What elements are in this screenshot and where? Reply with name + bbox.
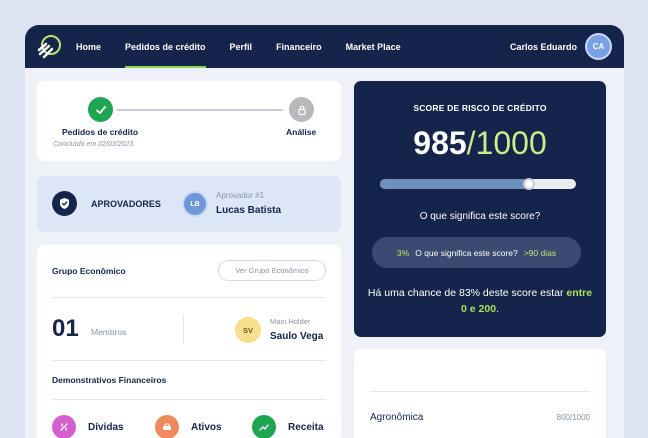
nav-item-home[interactable]: Home	[76, 25, 101, 68]
approvers-card: APROVADORES LB Aprovador #1 Lucas Batist…	[37, 176, 341, 232]
step1-date: Concluído em 02/03/2023	[53, 141, 134, 148]
view-group-button[interactable]: Ver Grupo Econômico	[218, 260, 326, 281]
financial-label: Dívidas	[88, 421, 124, 433]
score-text-suffix: .	[496, 303, 499, 315]
financial-item-revenue[interactable]: Receita	[252, 415, 324, 438]
score-info-pill[interactable]: 3% O que significa este score? >90 dias	[372, 237, 581, 268]
pill-question: O que significa este score?	[415, 247, 518, 258]
nav-menu: Home Pedidos de crédito Perfil Financeir…	[76, 25, 425, 68]
credit-score-card: SCORE DE RISCO DE CRÉDITO 985/1000 O que…	[354, 81, 606, 337]
nav-item-perfil[interactable]: Perfil	[230, 25, 253, 68]
approvers-title: APROVADORES	[91, 199, 161, 209]
financial-label: Ativos	[191, 421, 222, 433]
nav-item-pedidos[interactable]: Pedidos de crédito	[125, 25, 206, 68]
members-label: Membros	[91, 327, 127, 337]
holder-avatar[interactable]: SV	[235, 317, 261, 343]
members-count: 01	[52, 315, 79, 342]
score-max: /1000	[466, 125, 547, 161]
agro-label: Agronômica	[370, 412, 424, 423]
nav-item-marketplace[interactable]: Market Place	[346, 25, 401, 68]
user-avatar[interactable]: CA	[585, 33, 612, 60]
holder-name: Saulo Vega	[270, 331, 324, 342]
holder-role: Main Holder	[270, 317, 311, 326]
progress-line	[117, 109, 283, 111]
debt-icon	[52, 415, 76, 438]
approver-name: Lucas Batista	[216, 205, 282, 216]
brand-logo-icon[interactable]	[37, 34, 63, 60]
step-locked-lock-icon	[289, 97, 314, 122]
trend-up-icon	[252, 415, 276, 438]
score-explanation: Há uma chance de 83% deste score estar e…	[364, 285, 596, 317]
app-window: Home Pedidos de crédito Perfil Financeir…	[25, 25, 624, 438]
group-title: Grupo Econômico	[52, 266, 126, 276]
score-number: 985	[413, 125, 467, 161]
score-bar	[380, 179, 576, 189]
nav-item-financeiro[interactable]: Financeiro	[276, 25, 322, 68]
financials-title: Demonstrativos Financeiros	[52, 375, 167, 385]
user-name: Carlos Eduardo	[509, 41, 577, 52]
approver-role: Aprovador #1	[216, 191, 265, 200]
score-title: SCORE DE RISCO DE CRÉDITO	[413, 103, 547, 113]
top-navigation: Home Pedidos de crédito Perfil Financeir…	[25, 25, 624, 68]
financial-label: Receita	[288, 421, 324, 433]
step2-label: Análise	[286, 127, 317, 137]
score-value: 985/1000	[354, 125, 606, 162]
divider	[52, 360, 326, 361]
divider	[52, 399, 326, 400]
agro-value: 800/1000	[556, 413, 590, 422]
credit-progress-card: Pedidos de crédito Análise Concluído em …	[37, 81, 341, 161]
step1-label: Pedidos de crédito	[62, 127, 139, 137]
score-bar-fill	[380, 179, 527, 189]
financial-item-assets[interactable]: Ativos	[155, 415, 222, 438]
economic-group-card: Grupo Econômico Ver Grupo Econômico 01 M…	[37, 245, 341, 438]
user-menu[interactable]: Carlos Eduardo CA	[510, 33, 612, 60]
vertical-divider	[183, 314, 184, 344]
score-text-prefix: Há uma chance de 83% deste score estar	[367, 287, 567, 299]
pill-days: >90 dias	[523, 247, 557, 258]
divider	[370, 391, 590, 392]
car-icon	[155, 415, 179, 438]
financial-item-debts[interactable]: Dívidas	[52, 415, 124, 438]
step-completed-check-icon	[88, 97, 113, 122]
approver-avatar[interactable]: LB	[182, 191, 208, 217]
pill-percent: 3%	[396, 247, 410, 258]
agro-score-card: Agronômica 800/1000	[354, 349, 606, 438]
divider	[52, 297, 326, 298]
score-question: O que significa este score?	[419, 211, 541, 222]
shield-check-icon	[52, 191, 77, 216]
score-bar-knob[interactable]	[522, 178, 535, 190]
